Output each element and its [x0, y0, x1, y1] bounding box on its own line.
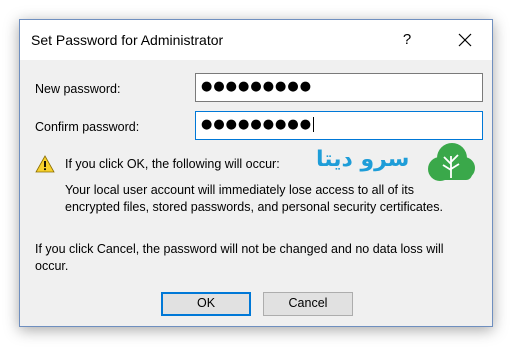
- warning-icon: [35, 155, 55, 173]
- warning-heading: If you click OK, the following will occu…: [65, 157, 280, 171]
- warning-body-line2: encrypted files, stored passwords, and p…: [65, 200, 443, 214]
- title-bar[interactable]: Set Password for Administrator ?: [20, 20, 492, 60]
- watermark-logo-text: سرو دیتا: [316, 147, 410, 172]
- new-password-label: New password:: [35, 82, 121, 96]
- new-password-value: ●●●●●●●●●: [201, 79, 313, 94]
- watermark-logo-icon: [428, 143, 475, 181]
- confirm-password-label: Confirm password:: [35, 120, 140, 134]
- text-caret: [313, 117, 315, 132]
- close-button[interactable]: [448, 26, 482, 54]
- cancel-info-line1: If you click Cancel, the password will n…: [35, 242, 444, 256]
- cancel-info-line2: occur.: [35, 259, 69, 273]
- window-title: Set Password for Administrator: [31, 32, 224, 48]
- cancel-button[interactable]: Cancel: [263, 292, 353, 316]
- close-icon: [458, 33, 472, 47]
- ok-button[interactable]: OK: [161, 292, 251, 316]
- confirm-password-value: ●●●●●●●●●: [201, 117, 313, 132]
- warning-body-line1: Your local user account will immediately…: [65, 183, 414, 197]
- new-password-field[interactable]: ●●●●●●●●●: [195, 73, 483, 102]
- set-password-dialog: Set Password for Administrator ? New pas…: [19, 19, 493, 327]
- help-button[interactable]: ?: [392, 26, 422, 54]
- confirm-password-field[interactable]: ●●●●●●●●●: [195, 111, 483, 140]
